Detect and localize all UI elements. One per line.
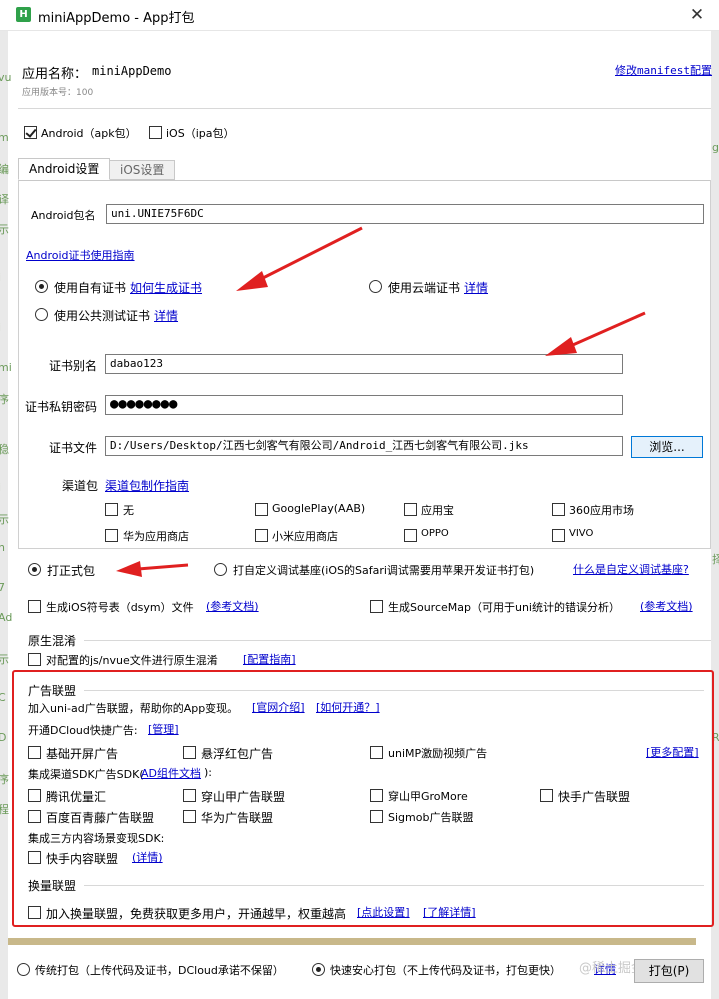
tab-android-settings[interactable]: Android设置 [18,158,111,180]
annotation-arrows [116,226,646,577]
arrow-to-own-cert [236,226,363,291]
arrow-to-cert-alias [545,311,646,356]
arrow-to-formal-package [116,561,189,577]
